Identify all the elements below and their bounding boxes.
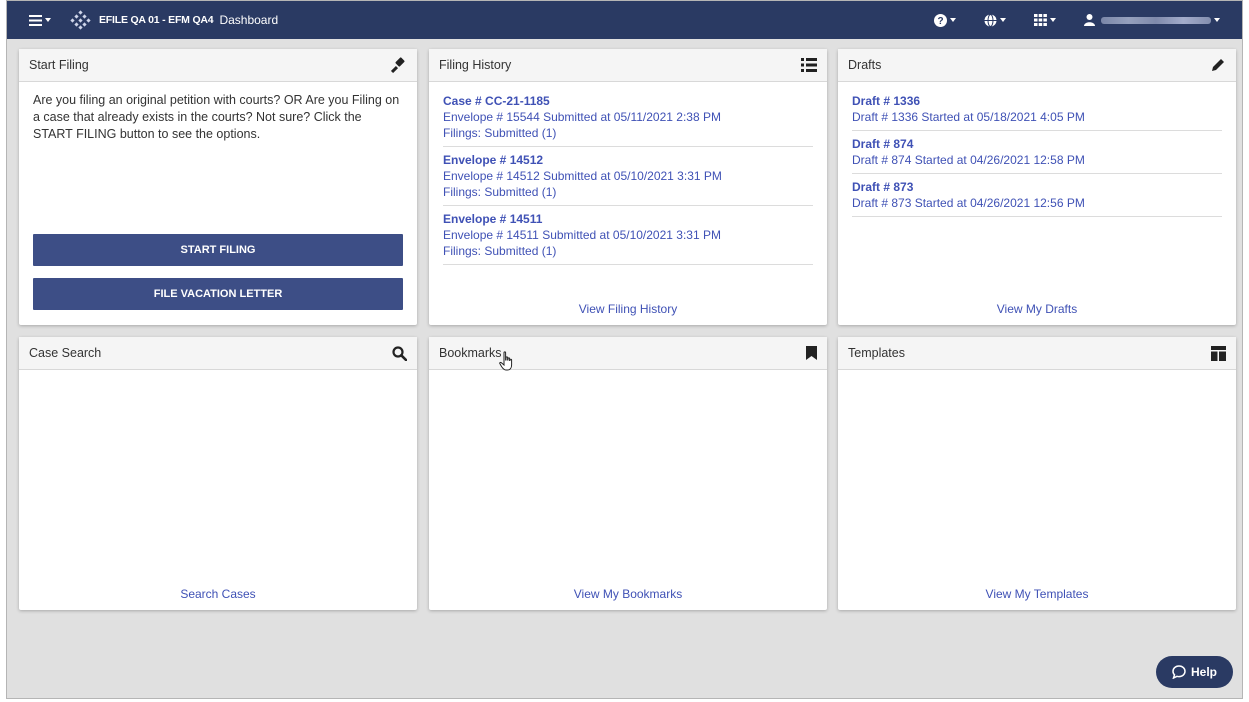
chevron-down-icon xyxy=(1050,18,1056,22)
chevron-down-icon xyxy=(45,18,51,22)
globe-icon xyxy=(984,13,997,27)
filing-title[interactable]: Case # CC-21-1185 xyxy=(443,93,813,109)
start-filing-card: Start Filing Are you filing an original … xyxy=(19,49,417,325)
help-menu-button[interactable]: ? xyxy=(934,13,956,27)
user-icon xyxy=(1084,14,1095,26)
draft-title[interactable]: Draft # 873 xyxy=(852,179,1222,195)
list-item[interactable]: Case # CC-21-1185 Envelope # 15544 Submi… xyxy=(443,88,813,147)
card-header: Filing History xyxy=(429,49,827,82)
list-item[interactable]: Envelope # 14511 Envelope # 14511 Submit… xyxy=(443,206,813,265)
main-menu-button[interactable] xyxy=(29,14,51,26)
drafts-card: Drafts Draft # 1336 Draft # 1336 Started… xyxy=(838,49,1236,325)
start-filing-description: Are you filing an original petition with… xyxy=(33,93,400,141)
filing-title[interactable]: Envelope # 14512 xyxy=(443,152,813,168)
draft-title[interactable]: Draft # 874 xyxy=(852,136,1222,152)
chevron-down-icon xyxy=(1000,18,1006,22)
chat-icon xyxy=(1172,665,1186,679)
chevron-down-icon xyxy=(1214,18,1220,22)
view-filing-history-link[interactable]: View Filing History xyxy=(429,302,827,316)
help-icon: ? xyxy=(934,13,947,27)
card-header: Start Filing xyxy=(19,49,417,82)
list-item[interactable]: Draft # 873 Draft # 873 Started at 04/26… xyxy=(852,174,1222,217)
filing-status: Filings: Submitted (1) xyxy=(443,244,557,258)
top-navbar: EFILE QA 01 - EFM QA4 Dashboard ? xyxy=(7,1,1242,39)
card-title: Case Search xyxy=(29,346,102,360)
search-cases-link[interactable]: Search Cases xyxy=(19,587,417,601)
card-title: Start Filing xyxy=(29,58,89,72)
pencil-icon xyxy=(1212,59,1224,71)
filing-status: Filings: Submitted (1) xyxy=(443,185,557,199)
filing-detail: Envelope # 14511 Submitted at 05/10/2021… xyxy=(443,228,721,242)
app-window: EFILE QA 01 - EFM QA4 Dashboard ? Start … xyxy=(6,0,1243,699)
view-my-drafts-link[interactable]: View My Drafts xyxy=(838,302,1236,316)
draft-detail: Draft # 1336 Started at 05/18/2021 4:05 … xyxy=(852,110,1085,124)
templates-card: Templates View My Templates xyxy=(838,337,1236,610)
card-header: Case Search xyxy=(19,337,417,370)
card-header: Templates xyxy=(838,337,1236,370)
logo[interactable] xyxy=(69,10,91,30)
template-icon xyxy=(1211,345,1226,361)
search-icon xyxy=(392,345,407,361)
filing-title[interactable]: Envelope # 14511 xyxy=(443,211,813,227)
case-search-card: Case Search Search Cases xyxy=(19,337,417,610)
card-title: Bookmarks xyxy=(439,346,502,360)
help-label: Help xyxy=(1190,665,1217,679)
draft-detail: Draft # 874 Started at 04/26/2021 12:58 … xyxy=(852,153,1085,167)
user-name-redacted xyxy=(1101,16,1211,24)
draft-detail: Draft # 873 Started at 04/26/2021 12:56 … xyxy=(852,196,1085,210)
help-button[interactable]: Help xyxy=(1156,656,1233,688)
card-title: Templates xyxy=(848,346,905,360)
chevron-down-icon xyxy=(950,18,956,22)
card-title: Drafts xyxy=(848,58,882,72)
gavel-icon xyxy=(391,57,405,73)
apps-menu-button[interactable] xyxy=(1034,14,1056,26)
page-title: Dashboard xyxy=(219,13,279,27)
list-item[interactable]: Draft # 874 Draft # 874 Started at 04/26… xyxy=(852,131,1222,174)
view-my-templates-link[interactable]: View My Templates xyxy=(838,587,1236,601)
user-menu-button[interactable] xyxy=(1084,14,1220,26)
card-title: Filing History xyxy=(439,58,512,72)
menu-icon xyxy=(29,14,42,26)
card-header: Drafts xyxy=(838,49,1236,82)
filing-status: Filings: Submitted (1) xyxy=(443,126,557,140)
bookmark-icon xyxy=(806,346,817,360)
draft-title[interactable]: Draft # 1336 xyxy=(852,93,1222,109)
list-item[interactable]: Envelope # 14512 Envelope # 14512 Submit… xyxy=(443,147,813,206)
svg-text:?: ? xyxy=(937,16,943,27)
list-item[interactable]: Draft # 1336 Draft # 1336 Started at 05/… xyxy=(852,88,1222,131)
filing-detail: Envelope # 15544 Submitted at 05/11/2021… xyxy=(443,110,721,124)
filing-history-card: Filing History Case # CC-21-1185 Envelop… xyxy=(429,49,827,325)
card-header: Bookmarks xyxy=(429,337,827,370)
view-my-bookmarks-link[interactable]: View My Bookmarks xyxy=(429,587,827,601)
language-menu-button[interactable] xyxy=(984,13,1006,27)
filing-detail: Envelope # 14512 Submitted at 05/10/2021… xyxy=(443,169,722,183)
brand-name: EFILE QA 01 - EFM QA4 xyxy=(99,14,214,26)
pointer-cursor-icon xyxy=(499,351,513,371)
apps-grid-icon xyxy=(1034,14,1047,26)
start-filing-button[interactable]: START FILING xyxy=(33,234,403,266)
list-icon xyxy=(801,58,817,72)
file-vacation-letter-button[interactable]: FILE VACATION LETTER xyxy=(33,278,403,310)
bookmarks-card: Bookmarks View My Bookmarks xyxy=(429,337,827,610)
